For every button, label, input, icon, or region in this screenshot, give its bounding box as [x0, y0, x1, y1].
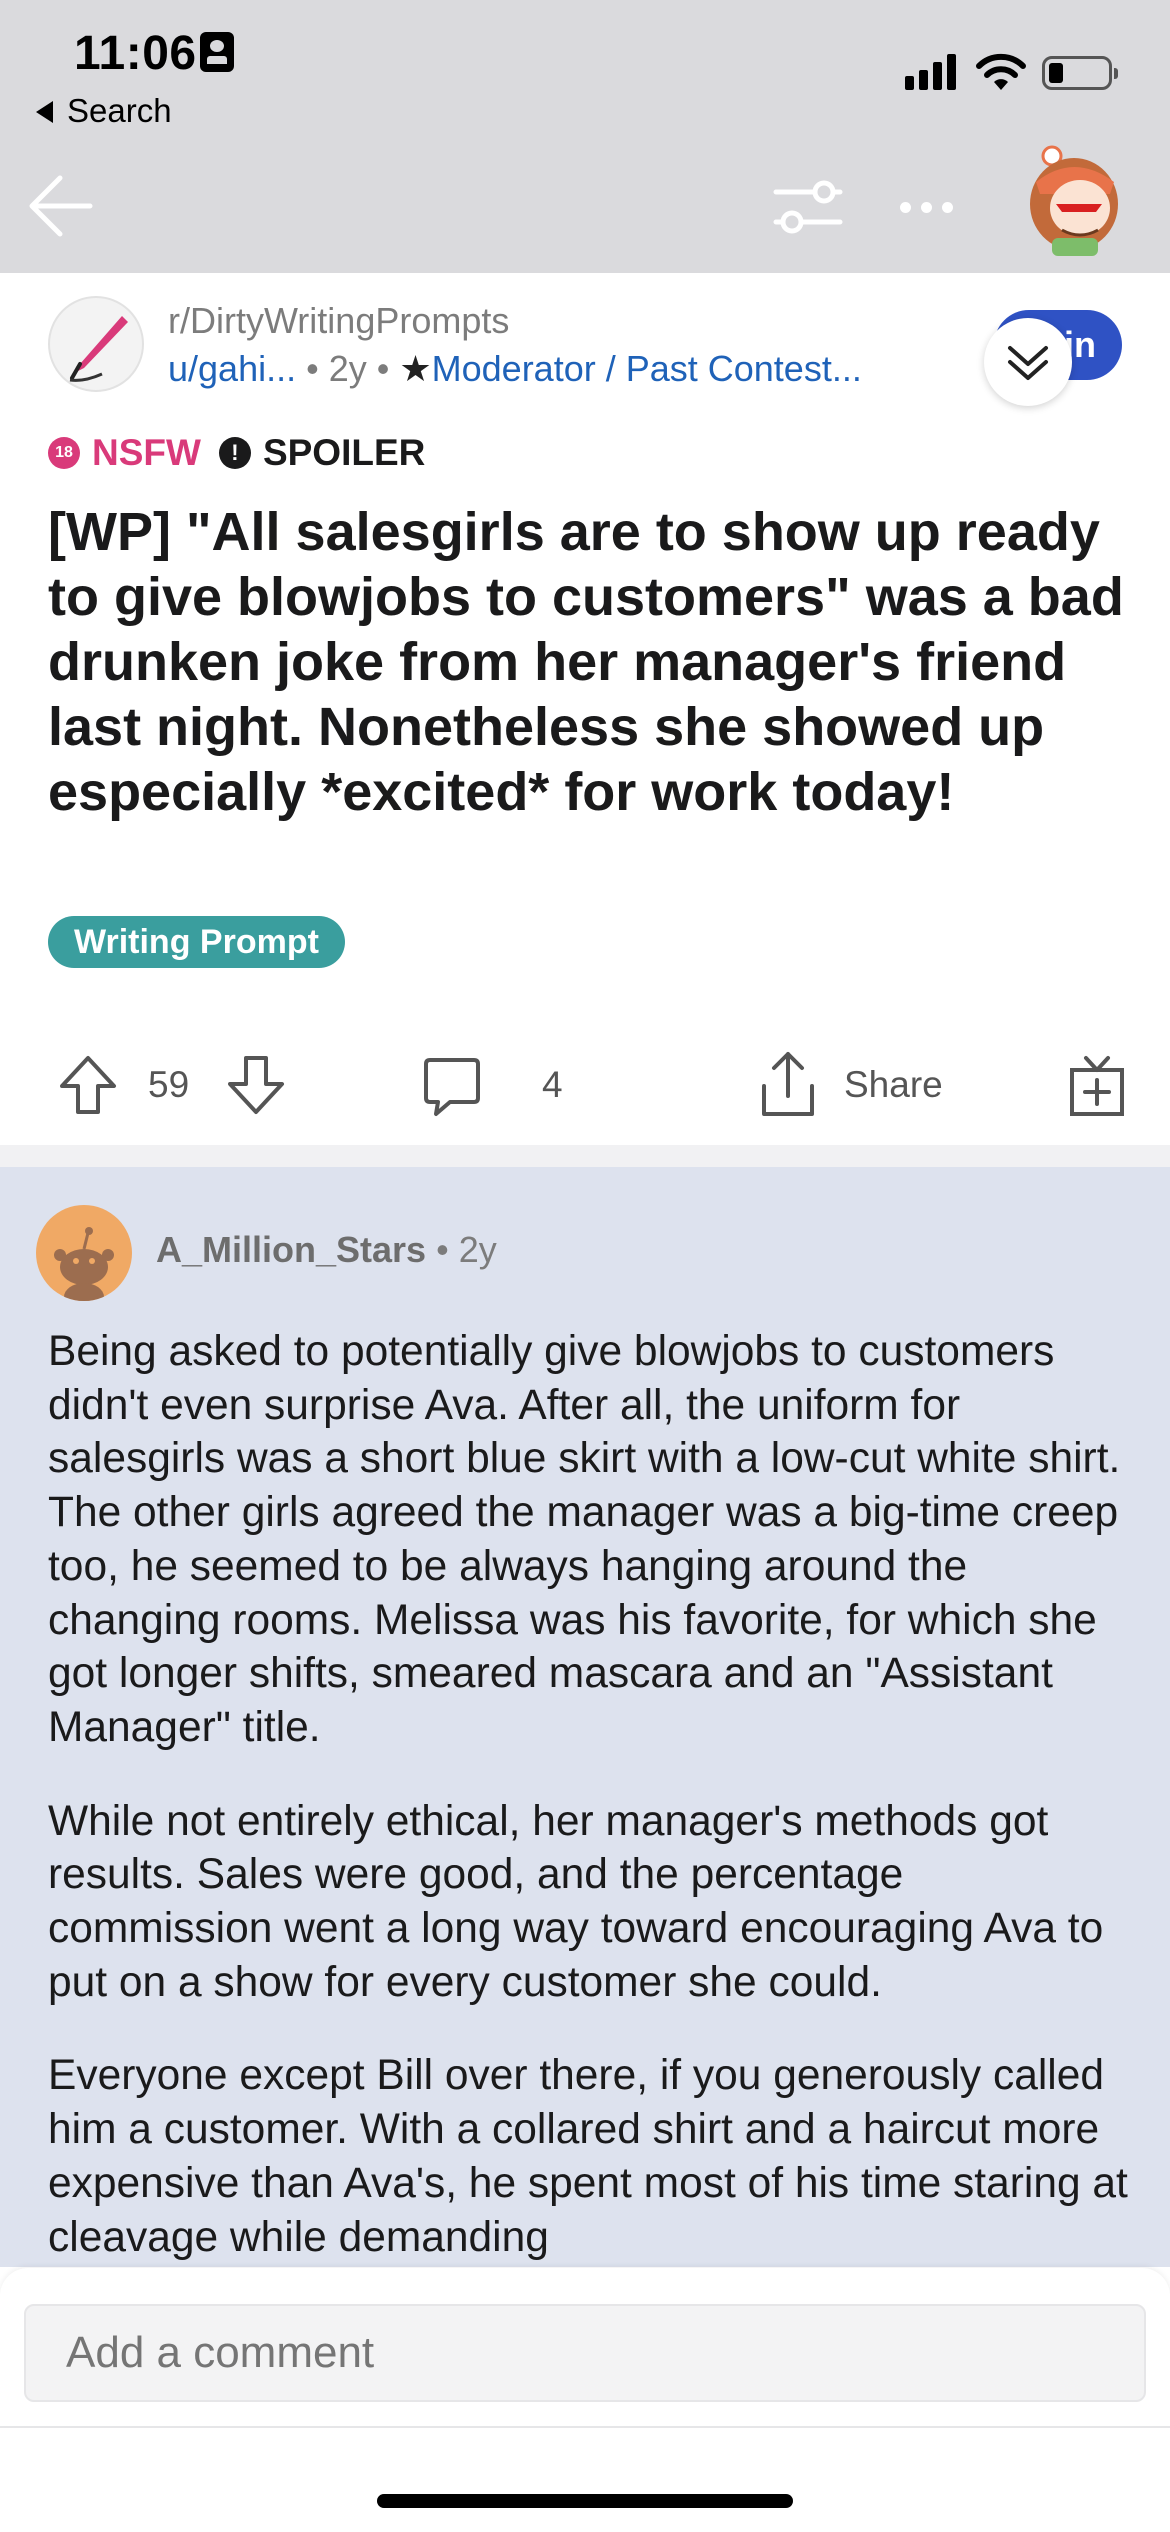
nsfw-tag: 18 NSFW [48, 432, 201, 474]
comment-author-line: A_Million_Stars • 2y [156, 1229, 497, 1271]
collapse-button[interactable] [984, 318, 1072, 406]
share-button[interactable]: Share [844, 1040, 943, 1130]
post-tags: 18 NSFW ! SPOILER [48, 432, 425, 474]
post-age: 2y [328, 348, 367, 389]
post-flair[interactable]: Writing Prompt [48, 916, 345, 968]
comment-paragraph: Being asked to potentially give blowjobs… [48, 1328, 1121, 1751]
composer-divider [0, 2426, 1170, 2428]
post-action-bar: 59 4 Share [0, 1040, 1170, 1130]
downvote-arrow-icon[interactable] [224, 1040, 288, 1130]
spoiler-tag: ! SPOILER [218, 432, 426, 474]
author-flair: Moderator / Past Contest... [431, 348, 862, 389]
sliders-icon[interactable] [772, 176, 844, 240]
comment-composer-panel [0, 2268, 1170, 2532]
gift-award-icon[interactable] [1066, 1040, 1126, 1130]
comment-bubble-icon[interactable] [420, 1040, 484, 1130]
post-title: [WP] "All salesgirls are to show up read… [48, 502, 1124, 822]
add-comment-input[interactable] [24, 2304, 1146, 2402]
commenter-avatar[interactable] [36, 1205, 132, 1301]
home-indicator[interactable] [377, 2494, 793, 2508]
share-icon[interactable] [756, 1040, 820, 1130]
comment-body: Being asked to potentially give blowjobs… [48, 1325, 1138, 2304]
back-triangle-icon [36, 101, 53, 123]
top-bar: 11:06 Search [0, 0, 1170, 273]
user-avatar-icon[interactable] [1022, 142, 1126, 258]
battery-icon [1042, 56, 1118, 90]
post-meta: u/gahi... • 2y • ★Moderator / Past Conte… [168, 348, 862, 390]
back-app-label: Search [67, 92, 172, 129]
wifi-icon [976, 53, 1026, 90]
status-time: 11:06 [74, 27, 197, 80]
comment-count[interactable]: 4 [542, 1040, 563, 1130]
section-divider [0, 1145, 1170, 1167]
star-icon: ★ [399, 348, 432, 389]
back-to-app-link[interactable]: Search [36, 92, 172, 130]
comment-paragraph: Everyone except Bill over there, if you … [48, 2052, 1128, 2261]
comment-age: 2y [458, 1229, 497, 1270]
subreddit-icon[interactable] [48, 296, 144, 392]
subreddit-name[interactable]: r/DirtyWritingPrompts [168, 300, 509, 342]
comment-paragraph: While not entirely ethical, her manager'… [48, 1797, 1104, 2006]
meta-separator: • [426, 1229, 459, 1270]
spoiler-label: SPOILER [262, 432, 426, 473]
double-chevron-down-icon [1008, 346, 1048, 380]
comment-thread-item: A_Million_Stars • 2y Being asked to pote… [0, 1167, 1170, 2267]
contact-badge-icon [200, 32, 234, 72]
post-author-link[interactable]: u/gahi... [168, 348, 296, 389]
exclamation-icon: ! [218, 437, 251, 469]
arrow-left-icon[interactable] [24, 170, 96, 242]
meta-separator: • [306, 348, 329, 389]
quill-pen-icon [69, 316, 128, 382]
nsfw-18-icon: 18 [48, 437, 80, 469]
upvote-arrow-icon[interactable] [56, 1040, 120, 1130]
ellipsis-icon[interactable] [900, 200, 963, 218]
nsfw-label: NSFW [92, 432, 201, 473]
vote-score: 59 [148, 1064, 190, 1105]
snoo-avatar-icon [54, 1227, 114, 1301]
meta-separator: • [366, 348, 400, 389]
comment-author-link[interactable]: A_Million_Stars [156, 1229, 426, 1270]
